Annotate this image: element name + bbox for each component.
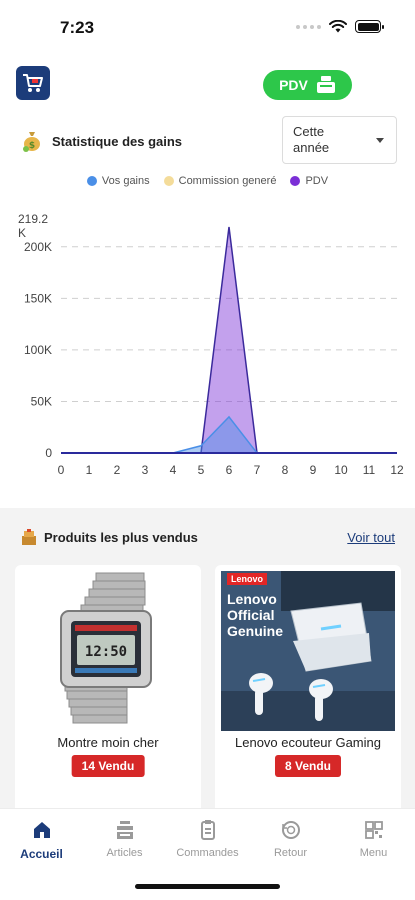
y-tick-label: K [18, 226, 26, 240]
tab-menu[interactable]: Menu [332, 819, 415, 859]
x-tick-label: 12 [390, 463, 404, 477]
sold-badge: 14 Vendu [71, 755, 145, 777]
wifi-icon [329, 20, 347, 33]
home-icon [33, 822, 50, 838]
x-tick-label: 8 [282, 463, 289, 477]
chevron-down-icon [376, 138, 384, 143]
products-title: Produits les plus vendus [44, 529, 198, 545]
x-tick-label: 6 [226, 463, 233, 477]
x-tick-label: 1 [86, 463, 93, 477]
signal-dots-icon [296, 24, 321, 29]
image-caption-line1: Lenovo [227, 591, 277, 607]
svg-text:$: $ [29, 141, 35, 151]
status-icons [296, 20, 384, 33]
grid-menu-icon [364, 821, 383, 839]
tab-label: Menu [359, 847, 388, 859]
money-bag-icon: $ [23, 132, 40, 152]
x-tick-label: 11 [363, 463, 376, 477]
legend-label: Commission generé [178, 175, 277, 187]
period-select[interactable]: Cette année [282, 116, 397, 164]
y-tick-label: 150K [24, 291, 52, 305]
pdv-button-label: PDV [279, 77, 308, 93]
series-area-vos-gains [61, 416, 397, 453]
stats-title: Statistique des gains [52, 133, 183, 149]
x-tick-label: 2 [114, 463, 121, 477]
pdv-button[interactable]: PDV [263, 70, 352, 100]
trophy-icon [22, 529, 36, 545]
image-caption-line3: Genuine [227, 623, 283, 639]
tab-articles[interactable]: Articles [83, 819, 166, 859]
status-time: 7:23 [60, 18, 95, 37]
x-tick-label: 4 [170, 463, 177, 477]
x-tick-label: 7 [254, 463, 261, 477]
tab-accueil[interactable]: Accueil [0, 819, 83, 861]
product-card[interactable]: Lenovo Lenovo Official Genuine Lenovo ec… [215, 565, 401, 815]
legend-item-commission[interactable]: Commission generé [163, 175, 277, 187]
cart-logo-icon [23, 74, 43, 92]
tab-label: Commandes [176, 847, 239, 859]
cash-register-icon [316, 76, 335, 93]
legend-item-pdv[interactable]: PDV [290, 175, 328, 187]
image-brand-tag: Lenovo [231, 574, 264, 584]
x-tick-label: 3 [142, 463, 149, 477]
x-tick-label: 5 [198, 463, 205, 477]
app-logo[interactable] [16, 66, 50, 100]
tab-label: Accueil [20, 847, 63, 861]
legend-dot-icon [86, 176, 97, 186]
image-caption-line2: Official [227, 607, 274, 623]
tab-label: Articles [106, 847, 143, 859]
product-name: Lenovo ecouteur Gaming [235, 735, 381, 750]
store-icon [116, 821, 133, 839]
y-tick-label: 50K [31, 394, 52, 408]
stats-header: $ Statistique des gains [22, 130, 182, 152]
status-bar: 7:23 [0, 0, 415, 56]
tab-commandes[interactable]: Commandes [166, 819, 249, 859]
legend-item-vos-gains[interactable]: Vos gains [86, 175, 150, 187]
earnings-chart: 050K100K150K200K219.2K0 1 2 3 4 5 6 7 8 9 10 11 12 [18, 212, 404, 477]
legend-label: PDV [305, 175, 329, 187]
y-tick-label: 0 [45, 446, 52, 460]
chart-legend: Vos gains Commission generé PDV [0, 175, 415, 187]
clipboard-icon [200, 820, 215, 840]
period-select-value: Cette année [293, 124, 330, 155]
product-name: Montre moin cher [57, 735, 159, 750]
return-coin-icon [281, 821, 300, 839]
tab-retour[interactable]: Retour [249, 819, 332, 859]
tab-label: Retour [273, 847, 308, 859]
sold-badge: 8 Vendu [274, 755, 342, 777]
legend-label: Vos gains [101, 175, 150, 187]
y-tick-label: 100K [24, 343, 52, 357]
x-tick-label: 10 [334, 463, 348, 477]
x-tick-label: 9 [310, 463, 317, 477]
y-tick-label: 219.2 [18, 212, 48, 226]
battery-icon [355, 20, 384, 33]
product-card[interactable]: 12:50 Montre moin cher 14 Vendu [15, 565, 201, 815]
x-tick-label: 0 [58, 463, 65, 477]
legend-dot-icon [290, 176, 301, 186]
watch-product-image: 12:50 [21, 571, 195, 731]
see-all-link[interactable]: Voir tout [347, 530, 395, 545]
svg-text:12:50: 12:50 [85, 644, 127, 660]
home-indicator [135, 884, 280, 889]
products-header: Produits les plus vendus [20, 528, 198, 546]
y-tick-label: 200K [24, 240, 52, 254]
legend-dot-icon [163, 176, 174, 186]
earbuds-product-image: Lenovo Lenovo Official Genuine [221, 571, 395, 731]
